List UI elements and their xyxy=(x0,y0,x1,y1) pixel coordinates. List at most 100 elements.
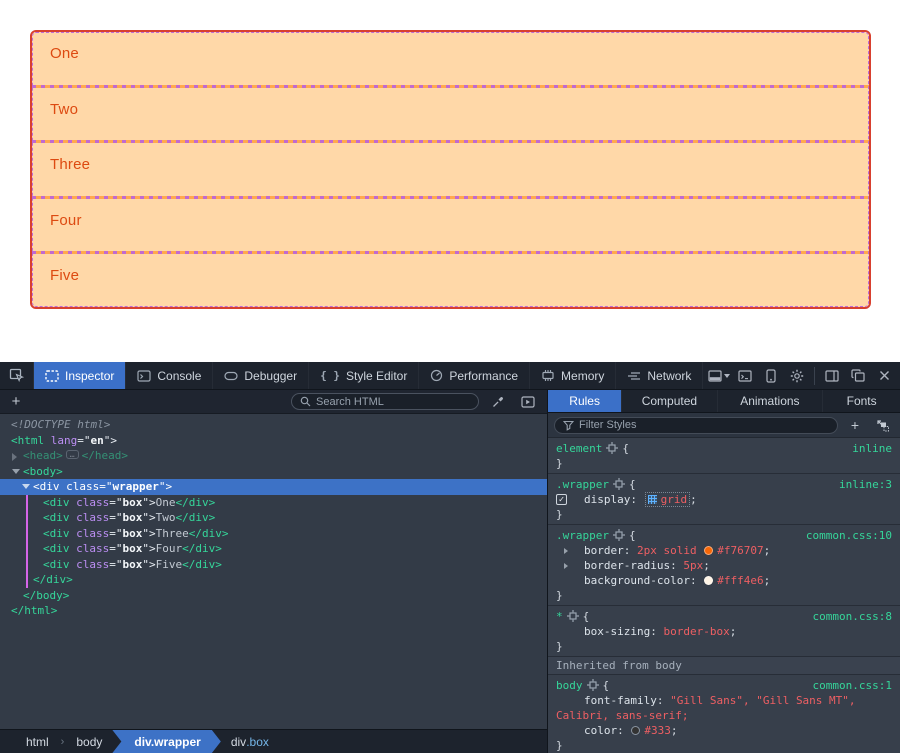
tab-label: Network xyxy=(647,369,691,383)
breadcrumb-item-html[interactable]: html xyxy=(16,730,59,753)
expand-arrow-icon[interactable] xyxy=(564,563,568,569)
property-name: box-sizing xyxy=(584,625,650,638)
tab-label: Style Editor xyxy=(346,369,407,383)
color-swatch[interactable] xyxy=(704,546,713,555)
settings-button[interactable] xyxy=(785,364,809,388)
markup-node[interactable]: </html> xyxy=(0,603,547,619)
markup-node[interactable]: <div class="box">Four</div> xyxy=(0,541,547,557)
highlight-selector-icon[interactable] xyxy=(606,442,618,454)
devtools-panel: Inspector Console Debugger { } Style Edi… xyxy=(0,362,900,753)
paint-flashing-button[interactable] xyxy=(517,396,539,408)
rule-selector[interactable]: .wrapper xyxy=(556,529,609,542)
chevron-down-icon xyxy=(724,374,730,378)
close-icon xyxy=(879,370,890,381)
rule-selector[interactable]: body xyxy=(556,679,583,692)
markup-node[interactable]: </body> xyxy=(0,588,547,604)
markup-node[interactable]: <div class="box">Five</div> xyxy=(0,557,547,573)
markup-node-selected[interactable]: <div class="wrapper"> xyxy=(0,479,547,495)
property-value: 5px xyxy=(683,559,703,572)
search-html-input[interactable] xyxy=(316,396,470,408)
grid-box-label: Two xyxy=(50,101,78,118)
property-name: border xyxy=(584,544,624,557)
inherited-from-header: Inherited from body xyxy=(548,657,900,675)
pseudo-class-button[interactable] xyxy=(872,419,894,432)
add-rule-button[interactable]: + xyxy=(844,417,866,433)
markup-node[interactable]: <div class="box">Two</div> xyxy=(0,510,547,526)
highlight-selector-icon[interactable] xyxy=(613,478,625,490)
highlight-selector-icon[interactable] xyxy=(613,529,625,541)
twisty-icon[interactable] xyxy=(12,469,20,474)
css-declaration[interactable]: border: 2px solid #f76707; xyxy=(548,543,900,558)
tab-animations[interactable]: Animations xyxy=(718,390,824,412)
rule-selector[interactable]: * xyxy=(556,610,563,623)
tab-computed[interactable]: Computed xyxy=(622,390,717,412)
property-name: display xyxy=(584,493,630,506)
breadcrumb-item-body[interactable]: body xyxy=(66,730,112,753)
stylesheet-source-link[interactable]: common.css:1 xyxy=(813,678,892,693)
css-rule: .wrapper{common.css:10border: 2px solid … xyxy=(548,525,900,606)
grid-icon[interactable] xyxy=(648,495,657,504)
color-swatch[interactable] xyxy=(631,726,640,735)
rule-selector-line: element{inline xyxy=(548,441,900,456)
property-value: #fff4e6 xyxy=(717,574,763,587)
markup-node[interactable]: </div> xyxy=(0,572,547,588)
eyedropper-button[interactable] xyxy=(487,395,509,408)
tab-console[interactable]: Console xyxy=(126,362,213,389)
markup-toolbar: + xyxy=(0,390,547,414)
css-declaration[interactable]: font-family: "Gill Sans", "Gill Sans MT"… xyxy=(548,693,900,723)
markup-node[interactable]: <head>…</head> xyxy=(0,448,547,464)
css-declaration[interactable]: box-sizing: border-box; xyxy=(548,624,900,639)
responsive-design-icon xyxy=(766,369,776,383)
separate-window-button[interactable] xyxy=(846,364,870,388)
breadcrumb-item-div-wrapper[interactable]: div.wrapper xyxy=(112,730,220,753)
expand-arrow-icon[interactable] xyxy=(564,548,568,554)
filter-styles-row: + xyxy=(548,413,900,438)
responsive-design-button[interactable] xyxy=(759,364,783,388)
stylesheet-source-link[interactable]: common.css:8 xyxy=(813,609,892,624)
markup-node[interactable]: <div class="box">Three</div> xyxy=(0,526,547,542)
markup-node[interactable]: <!DOCTYPE html> xyxy=(0,417,547,433)
markup-node[interactable]: <body> xyxy=(0,464,547,480)
element-picker-button[interactable] xyxy=(0,362,34,389)
tab-memory[interactable]: Memory xyxy=(530,362,616,389)
tab-fonts[interactable]: Fonts xyxy=(823,390,900,412)
dock-side-button[interactable] xyxy=(707,364,731,388)
stylesheet-source-link[interactable]: inline xyxy=(852,441,892,456)
stylesheet-source-link[interactable]: inline:3 xyxy=(839,477,892,492)
grid-box-two: Two xyxy=(32,88,869,141)
sidebar-toggle-button[interactable] xyxy=(820,364,844,388)
color-swatch[interactable] xyxy=(704,576,713,585)
twisty-icon[interactable] xyxy=(12,453,17,461)
highlight-selector-icon[interactable] xyxy=(587,679,599,691)
tab-network[interactable]: Network xyxy=(616,362,703,389)
split-console-button[interactable] xyxy=(733,364,757,388)
tab-inspector[interactable]: Inspector xyxy=(34,362,126,389)
css-rule: *{common.css:8box-sizing: border-box;} xyxy=(548,606,900,657)
tab-performance[interactable]: Performance xyxy=(419,362,530,389)
tab-debugger[interactable]: Debugger xyxy=(213,362,309,389)
markup-node[interactable]: <div class="box">One</div> xyxy=(0,495,547,511)
rule-selector[interactable]: element xyxy=(556,442,602,455)
search-html-box[interactable] xyxy=(291,393,479,410)
rule-selector[interactable]: .wrapper xyxy=(556,478,609,491)
tab-rules[interactable]: Rules xyxy=(548,390,622,412)
highlight-selector-icon[interactable] xyxy=(567,610,579,622)
close-devtools-button[interactable] xyxy=(872,364,896,388)
css-declaration[interactable]: background-color: #fff4e6; xyxy=(548,573,900,588)
breadcrumb-item-div[interactable]: div.box xyxy=(221,730,279,753)
css-declaration[interactable]: border-radius: 5px; xyxy=(548,558,900,573)
css-declaration[interactable]: ✓display: grid; xyxy=(548,492,900,507)
stylesheet-source-link[interactable]: common.css:10 xyxy=(806,528,892,543)
twisty-icon[interactable] xyxy=(22,484,30,489)
tab-style-editor[interactable]: { } Style Editor xyxy=(309,362,419,389)
grid-value-chip: grid xyxy=(645,492,691,507)
collapsed-content-icon[interactable]: … xyxy=(66,450,79,459)
filter-styles-input[interactable] xyxy=(579,419,829,431)
markup-node[interactable]: <html lang="en"> xyxy=(0,433,547,449)
css-declaration[interactable]: color: #333; xyxy=(548,723,900,738)
filter-styles-box[interactable] xyxy=(554,417,838,434)
css-rule: element{inline} xyxy=(548,438,900,474)
performance-icon xyxy=(430,369,443,382)
declaration-checkbox[interactable]: ✓ xyxy=(556,494,567,505)
add-node-button[interactable]: + xyxy=(6,393,26,410)
